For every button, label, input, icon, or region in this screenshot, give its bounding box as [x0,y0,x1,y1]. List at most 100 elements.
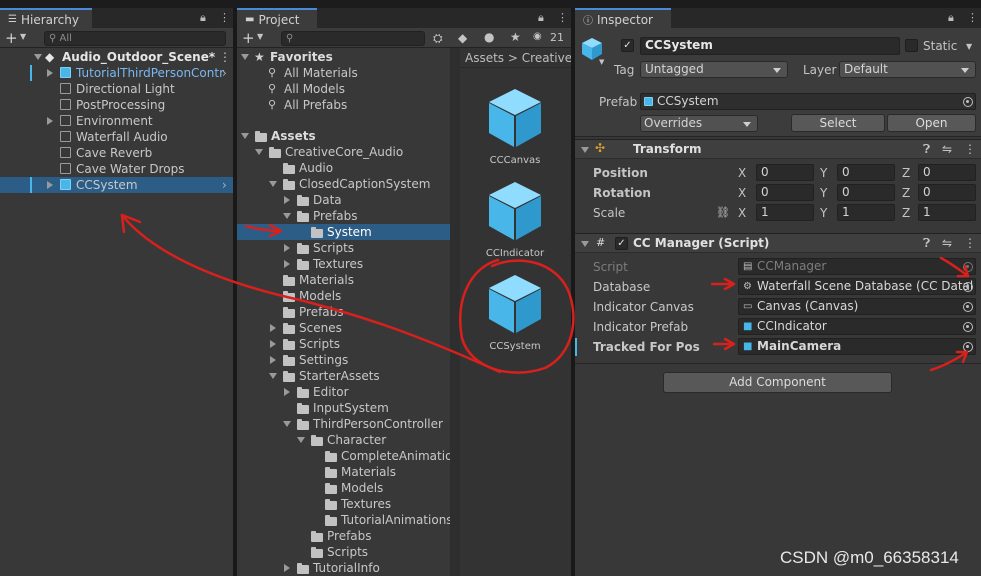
cc-field-value[interactable]: ⚙ Waterfall Scene Database (CC Datal [738,278,976,295]
expand-icon[interactable] [255,149,263,155]
cc-field-value[interactable]: ■ MainCamera [738,338,976,355]
object-picker-icon[interactable] [963,342,973,352]
label-icon[interactable]: ◆ [458,31,467,45]
transform-x-field[interactable]: 0 [756,164,814,181]
project-folder-row[interactable]: System [237,224,450,240]
transform-y-field[interactable]: 1 [837,204,895,221]
project-folder-row[interactable]: Data [237,192,450,208]
project-folder-row[interactable]: Textures [237,256,450,272]
hierarchy-item[interactable]: Waterfall Audio [0,129,233,145]
project-folder-row[interactable]: Materials [237,464,450,480]
project-folder-row[interactable]: Audio [237,160,450,176]
object-picker-icon[interactable] [963,322,973,332]
tab-inspector[interactable]: ⓘ Inspector [575,8,671,28]
expand-icon[interactable] [270,356,276,364]
scene-menu-icon[interactable]: ⋮ [219,49,231,65]
chevron-down-icon[interactable]: ▼ [20,32,26,41]
chevron-down-icon[interactable]: ▼ [599,58,604,66]
tab-project[interactable]: ▬ Project [237,8,317,28]
tab-hierarchy[interactable]: ☰ Hierarchy [0,8,92,28]
project-folder-row[interactable]: Prefabs [237,304,450,320]
asset-item[interactable]: CCIndicator [476,176,556,266]
hierarchy-item[interactable]: Directional Light [0,81,233,97]
project-folder-row[interactable]: Character [237,432,450,448]
project-folder-row[interactable]: TutorialAnimations [237,512,450,528]
select-button[interactable]: Select [791,114,885,132]
expand-icon[interactable] [581,241,589,247]
project-folder-row[interactable]: CreativeCore_Audio [237,144,450,160]
add-icon[interactable]: + [5,29,18,47]
add-component-button[interactable]: Add Component [663,372,892,393]
project-folder-row[interactable]: Prefabs [237,528,450,544]
lock-icon[interactable]: 🔒︎ [948,11,954,25]
expand-icon[interactable] [47,69,53,77]
static-checkbox[interactable] [905,39,918,52]
favorites-item[interactable]: ⚲ All Prefabs [237,97,450,113]
chevron-down-icon[interactable]: ▼ [257,32,263,41]
project-folder-row[interactable]: StarterAssets [237,368,450,384]
object-picker-icon[interactable] [963,302,973,312]
hierarchy-item[interactable]: Cave Water Drops [0,161,233,177]
expand-icon[interactable] [297,437,305,443]
presets-icon[interactable]: ⇋ [942,142,952,156]
chevron-right-icon[interactable]: › [222,65,227,81]
transform-z-field[interactable]: 1 [918,204,976,221]
transform-z-field[interactable]: 0 [918,164,976,181]
expand-icon[interactable] [581,147,589,153]
project-folder-row[interactable]: Textures [237,496,450,512]
scene-row[interactable]: ◆ Audio_Outdoor_Scene* ⋮ [0,49,233,65]
expand-icon[interactable] [269,373,277,379]
project-folder-row[interactable]: Editor [237,384,450,400]
favorites-item[interactable]: ⚲ All Materials [237,65,450,81]
project-folder-row[interactable]: Settings [237,352,450,368]
chevron-down-icon[interactable]: ▼ [966,42,972,51]
expand-icon[interactable] [241,133,249,139]
more-options-icon[interactable]: ⋮ [967,11,978,24]
expand-icon[interactable] [284,564,290,572]
project-folder-row[interactable]: Scripts [237,544,450,560]
object-picker-icon[interactable] [963,97,973,107]
hierarchy-item[interactable]: Cave Reverb [0,145,233,161]
expand-icon[interactable] [34,54,42,60]
favorites-item[interactable]: ⚲ All Models [237,81,450,97]
expand-icon[interactable] [269,181,277,187]
assets-root-row[interactable]: Assets [237,128,450,144]
object-picker-icon[interactable] [963,262,973,272]
transform-z-field[interactable]: 0 [918,184,976,201]
breadcrumb-assets[interactable]: Assets [465,51,504,65]
add-icon[interactable]: + [242,29,255,47]
hierarchy-item[interactable]: CCSystem › [0,177,233,193]
component-menu-icon[interactable]: ⋮ [964,236,976,250]
transform-y-field[interactable]: 0 [837,164,895,181]
help-icon[interactable]: ❓︎ [923,142,930,157]
project-folder-row[interactable]: CompleteAnimation [237,448,450,464]
transform-header[interactable]: ✣ Transform ❓︎ ⇋ ⋮ [575,139,981,159]
prefab-field[interactable]: CCSystem [640,93,976,110]
asset-item[interactable]: CCCanvas [476,83,556,173]
expand-icon[interactable] [284,260,290,268]
project-folder-row[interactable]: Scripts [237,240,450,256]
expand-icon[interactable] [270,324,276,332]
lock-icon[interactable]: 🔒︎ [200,11,206,25]
cc-field-value[interactable]: ▭ Canvas (Canvas) [738,298,976,315]
eye-icon[interactable]: ◉ [533,31,542,42]
project-folder-row[interactable]: ClosedCaptionSystem [237,176,450,192]
favorites-row[interactable]: ★ Favorites [237,49,450,65]
project-splitter[interactable] [450,48,460,576]
constrain-proportions-icon[interactable]: ⛓ [716,206,730,219]
project-folder-row[interactable]: InputSystem [237,400,450,416]
overrides-dropdown[interactable]: Overrides [640,115,758,132]
chevron-right-icon[interactable]: › [222,177,227,193]
active-checkbox[interactable]: ✓ [621,39,634,52]
component-menu-icon[interactable]: ⋮ [964,142,976,156]
expand-icon[interactable] [284,388,290,396]
project-folder-row[interactable]: Scenes [237,320,450,336]
presets-icon[interactable]: ⇋ [942,236,952,250]
expand-icon[interactable] [284,244,290,252]
expand-icon[interactable] [283,421,291,427]
expand-icon[interactable] [241,54,249,60]
project-folder-row[interactable]: TutorialInfo [237,560,450,576]
expand-icon[interactable] [47,181,53,189]
asset-item[interactable]: CCSystem [476,269,556,359]
hierarchy-item[interactable]: PostProcessing [0,97,233,113]
